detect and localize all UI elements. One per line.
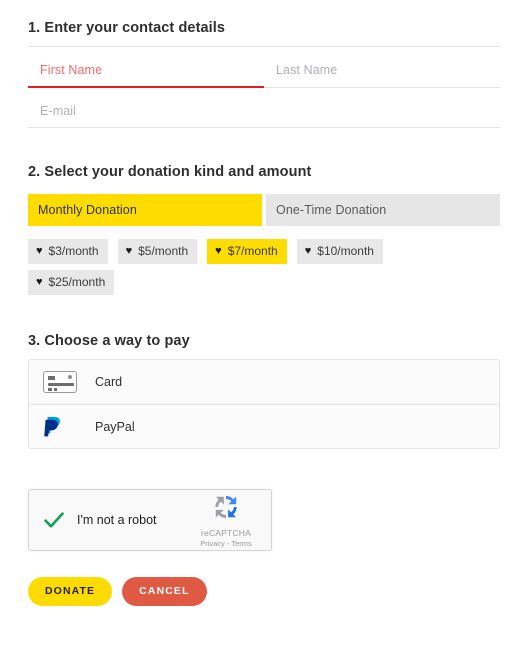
amount-option-5-label: $5/month bbox=[138, 244, 189, 258]
heart-icon: ♥ bbox=[36, 245, 43, 257]
check-icon bbox=[44, 512, 64, 528]
last-name-placeholder: Last Name bbox=[276, 63, 338, 77]
recaptcha-privacy-terms[interactable]: Privacy - Terms bbox=[193, 539, 259, 548]
donation-kind-one-time-label: One-Time Donation bbox=[276, 203, 387, 217]
section-contact-details: 1. Enter your contact details First Name… bbox=[28, 20, 500, 128]
last-name-field[interactable]: Last Name bbox=[264, 47, 500, 88]
email-field[interactable]: E-mail bbox=[28, 88, 500, 128]
donation-kind-monthly[interactable]: Monthly Donation bbox=[28, 194, 262, 226]
amount-option-10-label: $10/month bbox=[317, 244, 374, 258]
payment-method-list: Card PayPal bbox=[28, 359, 500, 449]
section-2-title: 2. Select your donation kind and amount bbox=[28, 164, 312, 180]
name-field-row: First Name Last Name bbox=[28, 47, 500, 88]
section-1-title: 1. Enter your contact details bbox=[28, 20, 500, 47]
first-name-placeholder: First Name bbox=[40, 63, 103, 77]
section-payment-method: 3. Choose a way to pay Card PayPal bbox=[28, 333, 500, 449]
recaptcha-area: I'm not a robot reCAPTCHA Privacy - Term… bbox=[28, 489, 500, 551]
amount-option-3-label: $3/month bbox=[48, 244, 99, 258]
amount-option-3[interactable]: ♥ $3/month bbox=[28, 239, 108, 264]
section-donation-kind-amount: 2. Select your donation kind and amount … bbox=[28, 164, 500, 295]
donation-kind-one-time[interactable]: One-Time Donation bbox=[266, 194, 500, 226]
heart-icon: ♥ bbox=[125, 245, 133, 257]
donation-amount-options: ♥ $3/month ♥ $5/month ♥ $7/month ♥ $10/m… bbox=[28, 239, 428, 295]
amount-option-7[interactable]: ♥ $7/month bbox=[207, 239, 287, 264]
amount-option-25-label: $25/month bbox=[48, 275, 106, 289]
recaptcha-brand-name: reCAPTCHA bbox=[201, 528, 251, 538]
amount-option-25[interactable]: ♥ $25/month bbox=[28, 270, 115, 295]
amount-option-5[interactable]: ♥ $5/month bbox=[117, 239, 198, 264]
payment-option-paypal-label: PayPal bbox=[95, 419, 135, 434]
donate-button[interactable]: DONATE bbox=[28, 577, 113, 606]
recaptcha-branding: reCAPTCHA Privacy - Terms bbox=[193, 492, 259, 548]
recaptcha-label: I'm not a robot bbox=[77, 513, 157, 527]
recaptcha-widget[interactable]: I'm not a robot reCAPTCHA Privacy - Term… bbox=[28, 489, 272, 551]
cancel-button[interactable]: CANCEL bbox=[122, 577, 207, 606]
heart-icon: ♥ bbox=[36, 276, 43, 288]
credit-card-icon bbox=[43, 371, 83, 393]
payment-option-card-label: Card bbox=[95, 375, 123, 389]
recaptcha-logo-icon bbox=[215, 495, 237, 519]
email-field-row: E-mail bbox=[28, 88, 500, 128]
email-placeholder: E-mail bbox=[40, 104, 77, 118]
donation-kind-monthly-label: Monthly Donation bbox=[38, 203, 137, 217]
paypal-icon bbox=[43, 415, 83, 439]
payment-option-card[interactable]: Card bbox=[29, 360, 499, 404]
amount-option-10[interactable]: ♥ $10/month bbox=[296, 239, 383, 264]
first-name-field[interactable]: First Name bbox=[28, 47, 264, 88]
recaptcha-checkbox[interactable] bbox=[41, 507, 67, 533]
payment-option-paypal[interactable]: PayPal bbox=[29, 404, 499, 448]
heart-icon: ♥ bbox=[215, 245, 222, 257]
section-3-title: 3. Choose a way to pay bbox=[28, 333, 190, 349]
form-actions: DONATE CANCEL bbox=[28, 577, 500, 606]
amount-option-7-label: $7/month bbox=[227, 244, 278, 258]
donation-form: 1. Enter your contact details First Name… bbox=[0, 0, 528, 606]
heart-icon: ♥ bbox=[304, 245, 312, 257]
donation-kind-tabs: Monthly Donation One-Time Donation bbox=[28, 194, 500, 226]
